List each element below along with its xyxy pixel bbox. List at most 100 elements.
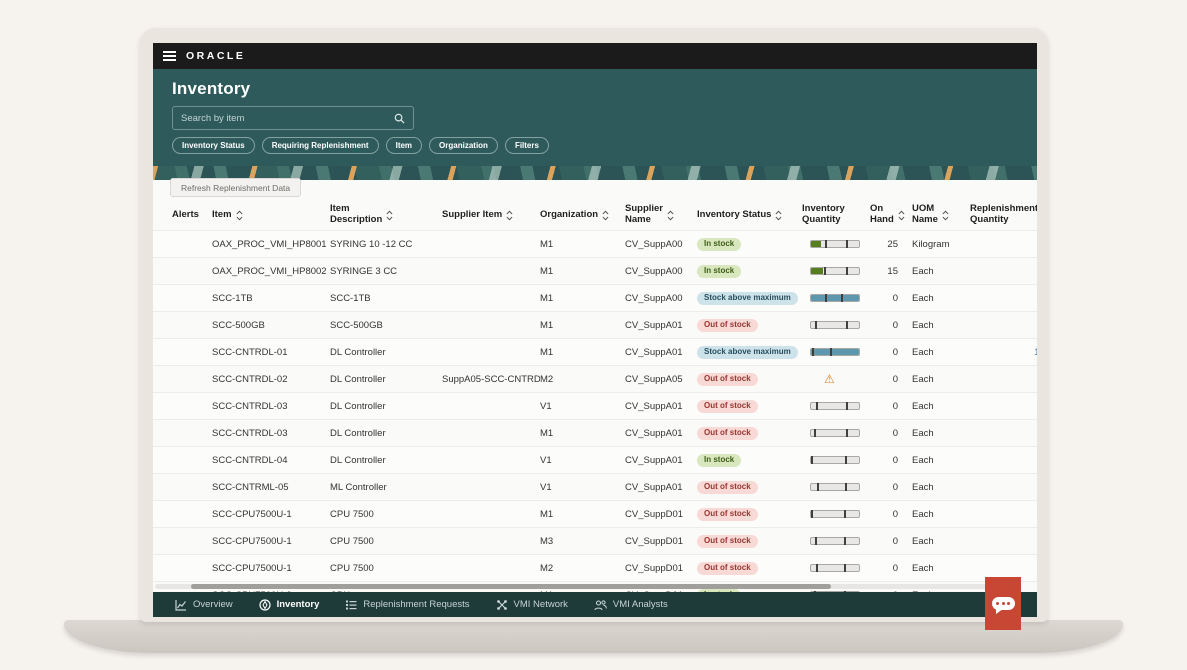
filter-chip-inventory-status[interactable]: Inventory Status [172, 137, 255, 154]
nav-item-overview[interactable]: Overview [175, 599, 233, 611]
column-header-status[interactable]: Inventory Status [697, 210, 802, 221]
refresh-replenishment-button[interactable]: Refresh Replenishment Data [170, 178, 301, 197]
table-row[interactable]: SCC-CNTRDL-03DL ControllerM1CV_SuppA01Ou… [153, 419, 1037, 446]
column-header-supname[interactable]: Supplier Name [625, 204, 697, 226]
table-section: Refresh Replenishment Data AlertsItemIte… [153, 180, 1037, 592]
nav-item-vmi-network[interactable]: VMI Network [496, 599, 568, 611]
cell-qty [802, 429, 870, 437]
cell-status: Out of stock [697, 481, 802, 494]
table-row[interactable]: SCC-CNTRDL-04DL ControllerV1CV_SuppA01In… [153, 446, 1037, 473]
cell-org: M2 [540, 374, 625, 385]
filter-chip-filters[interactable]: Filters [505, 137, 549, 154]
filter-chip-requiring-replenishment[interactable]: Requiring Replenishment [262, 137, 379, 154]
status-badge: Out of stock [697, 508, 758, 521]
cell-uom: Each [912, 482, 970, 493]
sort-icon [506, 210, 513, 221]
table-row[interactable]: SCC-CNTRDL-01DL ControllerM1CV_SuppA01St… [153, 338, 1037, 365]
inventory-gauge [810, 321, 860, 329]
filter-chip-organization[interactable]: Organization [429, 137, 498, 154]
cell-org: M1 [540, 428, 625, 439]
status-badge: Out of stock [697, 319, 758, 332]
cell-item: SCC-CNTRDL-03 [212, 401, 330, 412]
column-header-supitem[interactable]: Supplier Item [442, 210, 540, 221]
list-icon [345, 599, 357, 611]
page-title: Inventory [172, 79, 250, 99]
column-header-desc[interactable]: Item Description [330, 204, 442, 226]
cell-uom: Each [912, 320, 970, 331]
status-badge: In stock [697, 238, 741, 251]
nav-item-label: Replenishment Requests [363, 599, 469, 610]
cell-uom: Each [912, 428, 970, 439]
cell-status: Stock above maximum [697, 292, 802, 305]
cell-status: In stock [697, 238, 802, 251]
cell-supname: CV_SuppD01 [625, 536, 697, 547]
table-row[interactable]: SCC-500GBSCC-500GBM1CV_SuppA01Out of sto… [153, 311, 1037, 338]
cell-qty [802, 564, 870, 572]
status-badge: Out of stock [697, 481, 758, 494]
cell-uom: Each [912, 536, 970, 547]
cell-onhand: 0 [870, 374, 912, 385]
column-header-onhand[interactable]: On Hand [870, 204, 912, 226]
table-row[interactable]: SCC-CNTRDL-02DL ControllerSuppA05-SCC-CN… [153, 365, 1037, 392]
inventory-gauge [810, 429, 860, 437]
cell-onhand: 0 [870, 536, 912, 547]
cell-org: M1 [540, 347, 625, 358]
laptop-base [64, 620, 1123, 653]
sort-icon [775, 210, 782, 221]
laptop-frame: ORACLE Inventory Inventory Status Requiri… [140, 28, 1048, 622]
nav-item-replenishment-requests[interactable]: Replenishment Requests [345, 599, 469, 611]
inventory-gauge [810, 294, 860, 302]
cell-qty [802, 240, 870, 248]
search-icon[interactable] [394, 113, 405, 124]
table-row[interactable]: SCC-1TBSCC-1TBM1CV_SuppA00Stock above ma… [153, 284, 1037, 311]
table-row[interactable]: OAX_PROC_VMI_HP8002SYRINGE 3 CCM1CV_Supp… [153, 257, 1037, 284]
search-input[interactable] [173, 113, 394, 124]
column-header-item[interactable]: Item [212, 210, 330, 221]
cell-org: V1 [540, 401, 625, 412]
nav-item-label: VMI Network [514, 599, 568, 610]
cell-onhand: 0 [870, 293, 912, 304]
hamburger-menu-icon[interactable] [163, 55, 176, 57]
table-row[interactable]: SCC-CNTRDL-03DL ControllerV1CV_SuppA01Ou… [153, 392, 1037, 419]
table-row[interactable]: SCC-CPU7500U-1CPU 7500M3CV_SuppD01Out of… [153, 527, 1037, 554]
table-row[interactable]: SCC-CPU7500U-1CPU 7500M2CV_SuppD01Out of… [153, 554, 1037, 581]
nav-item-inventory[interactable]: Inventory [259, 599, 320, 611]
cell-repl: 11 [970, 347, 1037, 358]
cell-desc: DL Controller [330, 401, 442, 412]
app-top-bar: ORACLE [153, 43, 1037, 69]
cell-org: M1 [540, 239, 625, 250]
cell-status: Stock above maximum [697, 346, 802, 359]
cell-desc: DL Controller [330, 428, 442, 439]
horizontal-scrollbar[interactable] [155, 584, 1015, 589]
column-header-org[interactable]: Organization [540, 210, 625, 221]
table-row[interactable]: SCC-CPU7500U-1CPU 7500M1CV_SuppD01Out of… [153, 500, 1037, 527]
sort-icon [236, 210, 243, 221]
status-badge: Stock above maximum [697, 292, 798, 305]
filter-chip-item[interactable]: Item [386, 137, 422, 154]
oracle-logo: ORACLE [186, 50, 245, 62]
chat-button[interactable] [985, 577, 1021, 630]
table-row[interactable]: OAX_PROC_VMI_HP8001SYRING 10 -12 CCM1CV_… [153, 230, 1037, 257]
cell-onhand: 0 [870, 401, 912, 412]
table-body: OAX_PROC_VMI_HP8001SYRING 10 -12 CCM1CV_… [153, 230, 1037, 608]
cell-supname: CV_SuppD01 [625, 563, 697, 574]
cell-desc: DL Controller [330, 374, 442, 385]
bottom-navigation: Overview Inventory Replenishment Requests V… [153, 592, 1037, 617]
cell-supname: CV_SuppA00 [625, 239, 697, 250]
cell-supname: CV_SuppA01 [625, 428, 697, 439]
nav-item-vmi-analysts[interactable]: VMI Analysts [594, 599, 668, 611]
column-header-alerts: Alerts [172, 210, 212, 221]
scrollbar-thumb[interactable] [191, 584, 831, 589]
cell-supname: CV_SuppD01 [625, 509, 697, 520]
column-header-uom[interactable]: UOM Name [912, 204, 970, 226]
cell-status: Out of stock [697, 535, 802, 548]
cell-supname: CV_SuppA05 [625, 374, 697, 385]
replenishment-link[interactable]: 11 [1034, 347, 1037, 358]
nav-item-label: VMI Analysts [613, 599, 668, 610]
cell-org: M1 [540, 293, 625, 304]
cell-desc: DL Controller [330, 347, 442, 358]
status-badge: Out of stock [697, 535, 758, 548]
table-row[interactable]: SCC-CNTRML-05ML ControllerV1CV_SuppA01Ou… [153, 473, 1037, 500]
column-header-repl[interactable]: Replenishment Quantity [970, 204, 1037, 226]
chat-bubble-icon [992, 597, 1015, 610]
